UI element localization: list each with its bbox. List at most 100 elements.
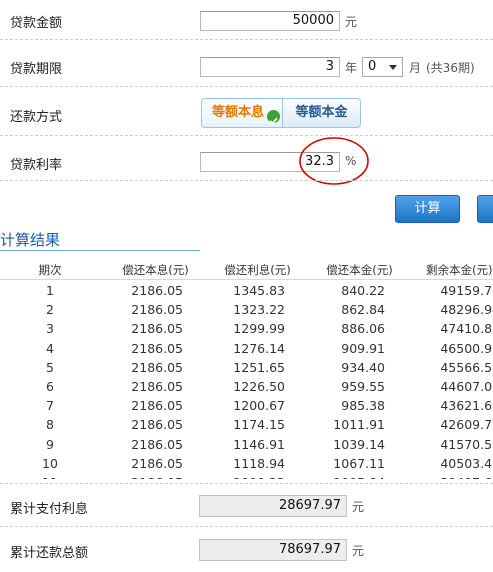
table-cell: 1146.91: [233, 436, 285, 452]
table-cell: 1345.83: [233, 283, 285, 298]
table-row: 8 2186.05 1174.15 1011.91 42609.72: [0, 415, 493, 434]
table-cell: 959.55: [341, 379, 385, 394]
table-cell: 2186.05: [131, 455, 183, 471]
total-interest-value: 28697.97: [199, 495, 347, 517]
table-cell: 2186.05: [118, 473, 183, 479]
table-cell: 2186.05: [131, 436, 183, 452]
term-month-unit: 月: [409, 61, 422, 75]
total-interest-label: 累计支付利息: [10, 502, 89, 517]
term-months-select[interactable]: 0: [362, 57, 403, 77]
table-cell: 1226.50: [233, 379, 285, 394]
table-cell: 862.84: [341, 302, 385, 318]
table-cell: 886.06: [341, 321, 385, 337]
table-cell: 2186.05: [131, 398, 183, 414]
column-header: 剩余本金(元): [426, 263, 493, 277]
term-total-periods: (共36期): [426, 61, 475, 75]
table-cell: 985.38: [341, 398, 385, 414]
table-cell: 39407.63: [420, 473, 493, 479]
table-row: 1 2186.05 1345.83 840.22 49159.78: [0, 281, 493, 300]
table-cell: 1323.22: [233, 302, 285, 318]
calculate-button[interactable]: 计算: [395, 195, 460, 223]
method-option-equal-principal[interactable]: 等额本金: [282, 98, 361, 128]
secondary-button[interactable]: [477, 195, 493, 223]
rate-label: 贷款利率: [10, 158, 63, 173]
term-months-value: 0: [368, 59, 377, 74]
table-cell: 4: [46, 340, 54, 356]
table-row: 11 2186.05 1090.22 1095.84 39407.63: [0, 473, 493, 479]
table-cell: 934.40: [341, 359, 385, 375]
table-row: 6 2186.05 1226.50 959.55 44607.01: [0, 377, 493, 396]
table-cell: 1039.14: [333, 436, 385, 452]
table-cell: 1200.67: [233, 398, 285, 414]
table-cell: 2186.05: [131, 379, 183, 394]
term-years-input[interactable]: 3: [200, 57, 340, 77]
divider: [0, 180, 493, 181]
table-cell: 7: [46, 398, 54, 414]
table-cell: 5: [46, 359, 54, 375]
table-cell: 1011.91: [333, 417, 385, 433]
header-divider: [0, 279, 493, 280]
method-option-equal-payment-label: 等额本息: [211, 105, 264, 120]
check-icon: [267, 110, 280, 125]
table-cell: 11: [20, 473, 80, 479]
divider: [0, 526, 493, 527]
table-cell: 2186.05: [131, 321, 183, 337]
table-cell: 48296.94: [440, 302, 493, 318]
divider: [0, 86, 493, 87]
results-table: 期次 偿还本息(元) 偿还利息(元) 偿还本金(元) 剩余本金(元) 1 2186…: [0, 261, 493, 479]
table-cell: 2186.05: [131, 302, 183, 318]
table-row: 2 2186.05 1323.22 862.84 48296.94: [0, 300, 493, 319]
table-row: 10 2186.05 1118.94 1067.11 40503.46: [0, 454, 493, 473]
table-cell: 1118.94: [233, 455, 285, 471]
results-title-underline: [0, 250, 200, 251]
table-row: 7 2186.05 1200.67 985.38 43621.63: [0, 396, 493, 415]
table-cell: 43621.63: [440, 398, 493, 414]
table-cell: 840.22: [341, 283, 385, 298]
table-cell: 42609.72: [440, 417, 493, 433]
table-cell: 1276.14: [233, 340, 285, 356]
table-cell: 49159.78: [440, 283, 493, 298]
table-cell: 45566.56: [440, 359, 493, 375]
table-cell: 1251.65: [233, 359, 285, 375]
term-label: 贷款期限: [10, 62, 63, 77]
table-cell: 8: [46, 417, 54, 433]
table-cell: 1090.22: [220, 473, 285, 479]
table-row: 5 2186.05 1251.65 934.40 45566.56: [0, 358, 493, 377]
amount-unit: 元: [345, 15, 358, 29]
method-option-equal-payment[interactable]: 等额本息: [201, 98, 282, 128]
chevron-down-icon: [389, 65, 397, 70]
table-row: 3 2186.05 1299.99 886.06 47410.88: [0, 319, 493, 338]
table-cell: 2186.05: [131, 283, 183, 298]
table-cell: 2186.05: [131, 359, 183, 375]
amount-label: 贷款金额: [10, 16, 63, 31]
table-row: 4 2186.05 1276.14 909.91 46500.97: [0, 339, 493, 358]
table-cell: 6: [46, 379, 54, 394]
table-cell: 9: [46, 436, 54, 452]
divider: [0, 483, 493, 484]
table-cell: 2: [46, 302, 54, 318]
table-cell: 2186.05: [131, 417, 183, 433]
column-header: 偿还本金(元): [326, 263, 393, 277]
table-header: 期次 偿还本息(元) 偿还利息(元) 偿还本金(元) 剩余本金(元): [0, 261, 493, 280]
table-cell: 1299.99: [233, 321, 285, 337]
table-cell: 47410.88: [440, 321, 493, 337]
table-cell: 909.91: [341, 340, 385, 356]
term-year-unit: 年: [345, 61, 358, 75]
table-cell: 44607.01: [440, 379, 493, 394]
total-payment-value: 78697.97: [199, 539, 347, 561]
table-row: 9 2186.05 1146.91 1039.14 41570.58: [0, 435, 493, 454]
method-label: 还款方式: [10, 110, 63, 125]
divider: [0, 135, 493, 136]
total-payment-label: 累计还款总额: [10, 546, 89, 561]
amount-input[interactable]: 50000: [200, 11, 340, 31]
total-interest-unit: 元: [352, 500, 365, 514]
column-header: 偿还利息(元): [224, 263, 291, 277]
table-cell: 1067.11: [333, 455, 385, 471]
table-cell: 40503.46: [440, 455, 493, 471]
results-title: 计算结果: [0, 231, 61, 249]
table-cell: 1174.15: [233, 417, 285, 433]
table-cell: 3: [46, 321, 54, 337]
table-cell: 41570.58: [440, 436, 493, 452]
table-cell: 2186.05: [131, 340, 183, 356]
column-header: 期次: [38, 263, 62, 277]
